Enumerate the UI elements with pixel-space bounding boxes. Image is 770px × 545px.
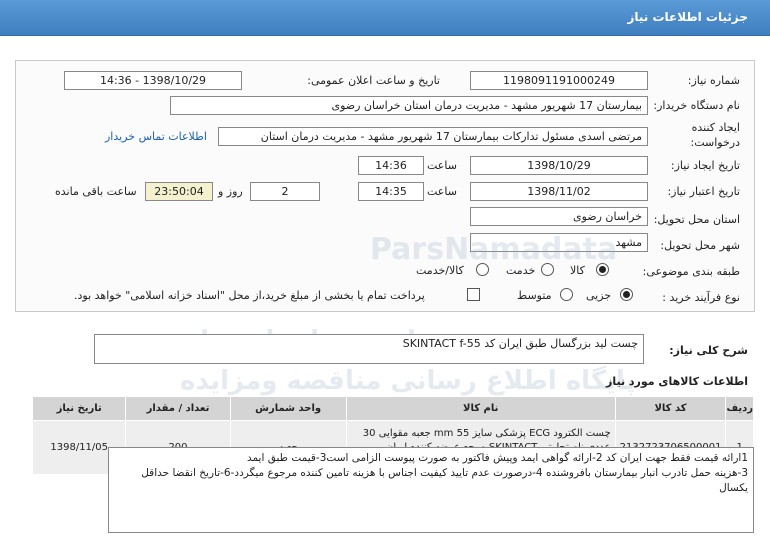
create-date-label: تاریخ ایجاد نیاز:: [670, 159, 740, 172]
items-section-title: اطلاعات کالاهای مورد نیاز: [606, 375, 748, 388]
process-minor-radio[interactable]: [620, 288, 633, 301]
buyer-notes-box: 1ارائه قیمت فقط جهت ایران کد 2-ارائه گوا…: [108, 447, 754, 533]
creator-field: مرتضی اسدی مسئول تدارکات بیمارستان 17 شه…: [218, 127, 648, 146]
category-service-radio[interactable]: [541, 263, 554, 276]
items-header-row: ردیف کد کالا نام کالا واحد شمارش تعداد /…: [31, 396, 754, 421]
remaining-label: ساعت باقی مانده: [55, 185, 137, 198]
treasury-payment-text: پرداخت تمام یا بخشی از مبلغ خرید،از محل …: [74, 289, 425, 302]
create-date-field: 1398/10/29: [470, 156, 648, 175]
day-and-label: روز و: [218, 185, 243, 198]
validity-time-label: ساعت: [427, 185, 457, 198]
process-minor-label: جزیی: [586, 289, 612, 302]
province-field: خراسان رضوی: [470, 207, 648, 226]
process-label: نوع فرآیند خرید :: [662, 291, 740, 304]
note-line-2: 3-هزینه حمل تادرب انبار بیمارستان بافروش…: [141, 467, 748, 494]
remaining-time-field: 23:50:04: [145, 182, 213, 201]
buyer-label: نام دستگاه خریدار:: [653, 99, 740, 112]
col-date-header: تاریخ نیاز: [31, 396, 127, 421]
creator-label-2: درخواست:: [690, 136, 740, 149]
province-label: استان محل تحویل:: [653, 213, 740, 226]
category-both-radio[interactable]: [476, 263, 489, 276]
contact-buyer-link[interactable]: اطلاعات تماس خریدار: [105, 130, 207, 143]
page-title: جزئیات اطلاعات نیاز: [627, 10, 748, 24]
col-unit-header: واحد شمارش: [229, 396, 347, 421]
days-field: 2: [250, 182, 320, 201]
create-time-label: ساعت: [427, 159, 457, 172]
creator-label-1: ایجاد کننده: [691, 121, 740, 134]
need-number-field: 1198091191000249: [470, 71, 648, 90]
col-name-header: نام کالا: [345, 396, 616, 421]
col-code-header: کد کالا: [614, 396, 727, 421]
col-qty-header: تعداد / مقدار: [125, 396, 231, 421]
city-label: شهر محل تحویل:: [660, 239, 740, 252]
process-medium-label: متوسط: [517, 289, 552, 302]
category-goods-label: کالا: [570, 264, 585, 277]
description-field: چست لید بزرگسال طبق ایران کد SKINTACT f-…: [94, 334, 644, 364]
city-field: مشهد: [470, 233, 648, 252]
announce-label: تاریخ و ساعت اعلان عمومی:: [307, 74, 440, 87]
category-label: طبقه بندی موضوعی:: [642, 265, 740, 278]
validity-date-field: 1398/11/02: [470, 182, 648, 201]
create-time-field: 14:36: [358, 156, 424, 175]
treasury-payment-checkbox[interactable]: [467, 288, 480, 301]
header-bar: جزئیات اطلاعات نیاز: [0, 0, 770, 36]
category-goods-radio[interactable]: [596, 263, 609, 276]
description-label: شرح کلی نیاز:: [669, 344, 748, 357]
buyer-field: بیمارستان 17 شهریور مشهد - مدیریت درمان …: [170, 96, 648, 115]
announce-field: 1398/10/29 - 14:36: [64, 71, 242, 90]
category-service-label: خدمت: [506, 264, 536, 277]
watermark-tagline: پایگاه اطلاع رسانی مناقصه ومزایده: [180, 366, 636, 396]
col-index-header: ردیف: [725, 396, 754, 421]
process-medium-radio[interactable]: [560, 288, 573, 301]
category-both-label: کالا/خدمت: [416, 264, 464, 277]
need-number-label: شماره نیاز:: [687, 74, 740, 87]
note-line-1: 1ارائه قیمت فقط جهت ایران کد 2-ارائه گوا…: [246, 452, 748, 464]
validity-time-field: 14:35: [358, 182, 424, 201]
validity-label: تاریخ اعتبار نیاز:: [667, 185, 740, 198]
